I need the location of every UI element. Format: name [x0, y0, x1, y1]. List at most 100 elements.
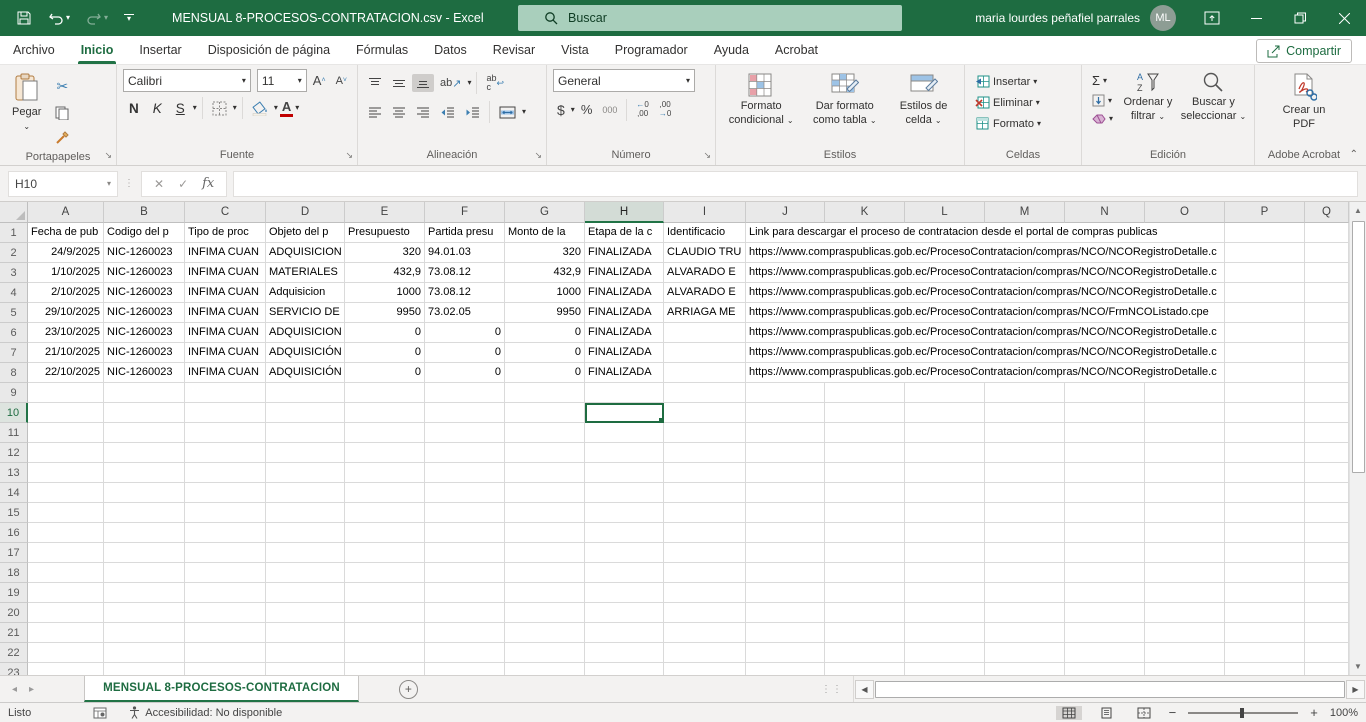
create-pdf-button[interactable]: Crear un PDF — [1267, 69, 1341, 136]
cell-M18[interactable] — [985, 563, 1065, 583]
row-header-16[interactable]: 16 — [0, 523, 28, 543]
cell-L17[interactable] — [905, 543, 985, 563]
cell-Q11[interactable] — [1305, 423, 1349, 443]
cell-I2[interactable]: CLAUDIO TRU — [664, 243, 746, 263]
cell-Q12[interactable] — [1305, 443, 1349, 463]
cell-G13[interactable] — [505, 463, 585, 483]
row-header-2[interactable]: 2 — [0, 243, 28, 263]
cell-C6[interactable]: INFIMA CUAN — [185, 323, 266, 343]
cell-P12[interactable] — [1225, 443, 1305, 463]
cell-O14[interactable] — [1145, 483, 1225, 503]
cell-E12[interactable] — [345, 443, 425, 463]
cell-P5[interactable] — [1225, 303, 1305, 323]
cell-B11[interactable] — [104, 423, 185, 443]
sheet-tab-active[interactable]: MENSUAL 8-PROCESOS-CONTRATACION — [84, 676, 359, 702]
cell-N21[interactable] — [1065, 623, 1145, 643]
cell-I10[interactable] — [664, 403, 746, 423]
cell-M14[interactable] — [985, 483, 1065, 503]
column-header-L[interactable]: L — [905, 202, 985, 223]
cell-P16[interactable] — [1225, 523, 1305, 543]
cell-L19[interactable] — [905, 583, 985, 603]
cell-F4[interactable]: 73.08.12 — [425, 283, 505, 303]
cell-A12[interactable] — [28, 443, 104, 463]
cell-B3[interactable]: NIC-1260023 — [104, 263, 185, 283]
row-header-22[interactable]: 22 — [0, 643, 28, 663]
chevron-down-icon[interactable]: ▾ — [233, 104, 237, 112]
cell-B21[interactable] — [104, 623, 185, 643]
conditional-formatting-button[interactable]: Formato condicional ⌄ — [722, 69, 800, 132]
cell-E10[interactable] — [345, 403, 425, 423]
search-box[interactable]: Buscar — [518, 5, 902, 31]
cell-P4[interactable] — [1225, 283, 1305, 303]
dialog-launcher-icon[interactable]: ↘ — [534, 150, 542, 161]
cell-Q13[interactable] — [1305, 463, 1349, 483]
cell-K15[interactable] — [825, 503, 905, 523]
cell-P8[interactable] — [1225, 363, 1305, 383]
cell-F12[interactable] — [425, 443, 505, 463]
cell-E9[interactable] — [345, 383, 425, 403]
row-header-9[interactable]: 9 — [0, 383, 28, 403]
cell-G18[interactable] — [505, 563, 585, 583]
column-header-A[interactable]: A — [28, 202, 104, 223]
cell-P17[interactable] — [1225, 543, 1305, 563]
vertical-scrollbar[interactable]: ▲ ▼ — [1349, 202, 1366, 675]
align-top-button[interactable] — [364, 74, 386, 92]
cell-H22[interactable] — [585, 643, 664, 663]
cell-D5[interactable]: SERVICIO DE — [266, 303, 345, 323]
cell-G1[interactable]: Monto de la — [505, 223, 585, 243]
cell-E17[interactable] — [345, 543, 425, 563]
chevron-down-icon[interactable]: ▾ — [274, 104, 278, 112]
cell-H5[interactable]: FINALIZADA — [585, 303, 664, 323]
cell-G15[interactable] — [505, 503, 585, 523]
cell-C13[interactable] — [185, 463, 266, 483]
undo-button[interactable]: ▾ — [48, 11, 70, 25]
cell-E20[interactable] — [345, 603, 425, 623]
cell-B8[interactable]: NIC-1260023 — [104, 363, 185, 383]
cell-G6[interactable]: 0 — [505, 323, 585, 343]
cell-A9[interactable] — [28, 383, 104, 403]
cell-B20[interactable] — [104, 603, 185, 623]
cell-F18[interactable] — [425, 563, 505, 583]
cell-J5[interactable]: https://www.compraspublicas.gob.ec/Proce… — [746, 303, 825, 323]
cell-G17[interactable] — [505, 543, 585, 563]
cell-D9[interactable] — [266, 383, 345, 403]
cell-O18[interactable] — [1145, 563, 1225, 583]
cell-I22[interactable] — [664, 643, 746, 663]
cell-J1[interactable]: Link para descargar el proceso de contra… — [746, 223, 825, 243]
format-as-table-button[interactable]: Dar formato como tabla ⌄ — [802, 69, 887, 132]
cell-K10[interactable] — [825, 403, 905, 423]
font-size-select[interactable]: 11▾ — [257, 69, 307, 92]
cell-N22[interactable] — [1065, 643, 1145, 663]
cell-A7[interactable]: 21/10/2025 — [28, 343, 104, 363]
cell-O15[interactable] — [1145, 503, 1225, 523]
cell-A11[interactable] — [28, 423, 104, 443]
cell-E6[interactable]: 0 — [345, 323, 425, 343]
cell-B19[interactable] — [104, 583, 185, 603]
autosum-button[interactable]: Σ▾ — [1088, 71, 1117, 90]
cell-N11[interactable] — [1065, 423, 1145, 443]
row-header-7[interactable]: 7 — [0, 343, 28, 363]
column-header-G[interactable]: G — [505, 202, 585, 223]
cell-G19[interactable] — [505, 583, 585, 603]
cell-I9[interactable] — [664, 383, 746, 403]
cell-E22[interactable] — [345, 643, 425, 663]
cell-J21[interactable] — [746, 623, 825, 643]
cell-P23[interactable] — [1225, 663, 1305, 675]
cell-H23[interactable] — [585, 663, 664, 675]
cell-N18[interactable] — [1065, 563, 1145, 583]
decrease-indent-button[interactable] — [436, 103, 459, 121]
cell-G9[interactable] — [505, 383, 585, 403]
normal-view-button[interactable] — [1056, 706, 1082, 720]
cell-K19[interactable] — [825, 583, 905, 603]
cell-I15[interactable] — [664, 503, 746, 523]
cell-styles-button[interactable]: Estilos de celda ⌄ — [889, 69, 958, 132]
column-header-O[interactable]: O — [1145, 202, 1225, 223]
cell-F8[interactable]: 0 — [425, 363, 505, 383]
cell-N9[interactable] — [1065, 383, 1145, 403]
cell-F20[interactable] — [425, 603, 505, 623]
cell-K18[interactable] — [825, 563, 905, 583]
cell-Q18[interactable] — [1305, 563, 1349, 583]
cell-D4[interactable]: Adquisicion — [266, 283, 345, 303]
cell-D10[interactable] — [266, 403, 345, 423]
scroll-down-icon[interactable]: ▼ — [1350, 658, 1366, 675]
